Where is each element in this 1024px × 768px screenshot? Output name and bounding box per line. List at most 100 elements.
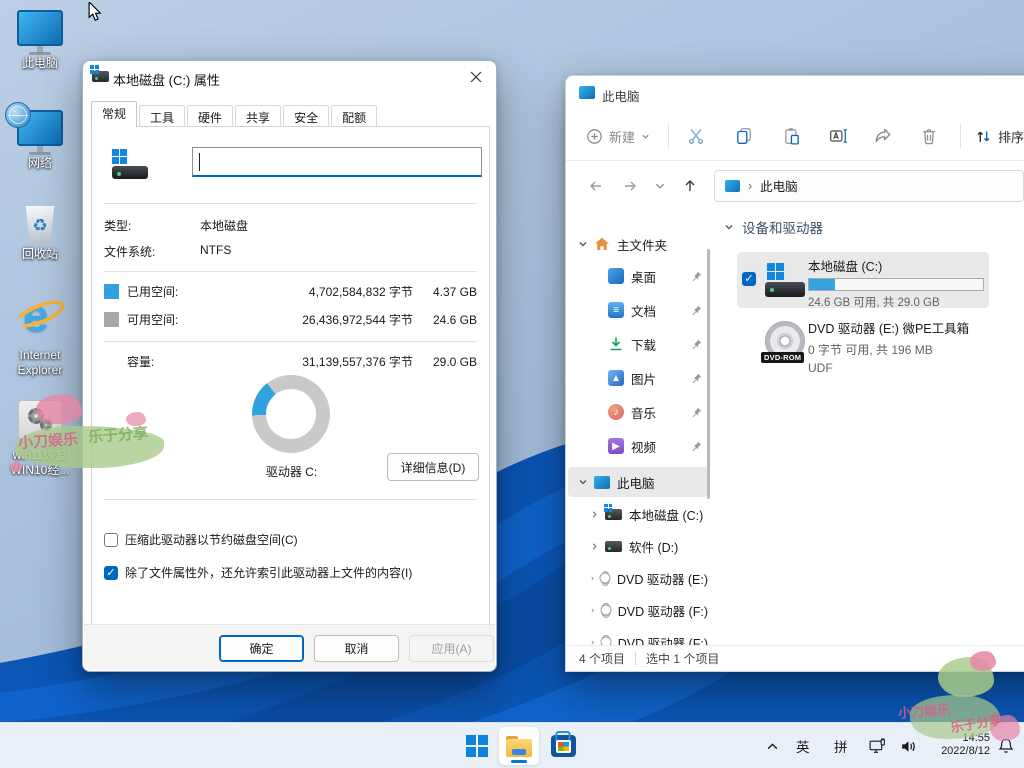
checkbox-checked[interactable]: ✓ — [104, 566, 118, 580]
tab-security[interactable]: 安全 — [283, 105, 329, 127]
fs-value: NTFS — [200, 243, 231, 260]
drive-item-dvd-e[interactable]: DVD-ROM DVD 驱动器 (E:) 微PE工具箱 0 字节 可用, 共 1… — [737, 314, 989, 372]
taskbar-store[interactable] — [543, 727, 583, 765]
collapsed-icon[interactable] — [590, 510, 599, 519]
index-checkbox-row[interactable]: ✓ 除了文件属性外，还允许索引此驱动器上文件的内容(I) — [104, 564, 412, 581]
chevron-up-icon — [766, 740, 779, 753]
nav-item-label: 视频 — [631, 437, 656, 456]
dvd-icon — [601, 635, 611, 646]
volume-label-input[interactable] — [192, 147, 482, 177]
tab-hardware[interactable]: 硬件 — [187, 105, 233, 127]
store-icon — [551, 735, 576, 757]
details-button[interactable]: 详细信息(D) — [387, 453, 479, 481]
desktop-icon-recycle-bin[interactable]: ♻ 回收站 — [8, 206, 72, 262]
tab-sharing[interactable]: 共享 — [235, 105, 281, 127]
copy-icon[interactable] — [735, 127, 753, 145]
item-checkbox-checked[interactable]: ✓ — [742, 272, 756, 286]
desktop-icon-internet-explorer[interactable]: e Internet Explorer — [8, 292, 72, 378]
apply-button[interactable]: 应用(A) — [409, 635, 494, 662]
drive-item-c[interactable]: ✓ 本地磁盘 (C:) 24.6 GB 可用, 共 29.0 GB — [737, 252, 989, 308]
cut-icon[interactable] — [687, 127, 705, 145]
tray-lang-english[interactable]: 英 — [796, 723, 810, 768]
collapsed-icon[interactable] — [590, 606, 595, 615]
desktop-icon-label: 回收站 — [8, 247, 72, 262]
tray-network[interactable] — [868, 723, 887, 768]
network-icon — [17, 110, 63, 146]
tab-tools[interactable]: 工具 — [139, 105, 185, 127]
nav-home[interactable]: 主文件夹 — [568, 229, 708, 259]
cancel-button[interactable]: 取消 — [314, 635, 399, 662]
nav-item-label: DVD 驱动器 (F:) — [618, 601, 708, 620]
breadcrumb[interactable]: › 此电脑 — [714, 170, 1024, 202]
status-selected-count: 选中 1 个项目 — [646, 650, 719, 667]
desktop: 此电脑 网络 ♻ 回收站 e Internet Explorer win11恢复… — [0, 0, 1024, 768]
expand-icon[interactable] — [578, 239, 588, 249]
collapsed-icon[interactable] — [590, 574, 595, 583]
dialog-titlebar[interactable]: 本地磁盘 (C:) 属性 — [83, 61, 496, 93]
collapsed-icon[interactable] — [590, 542, 599, 551]
pin-icon — [691, 441, 702, 452]
history-chevron-icon[interactable] — [654, 180, 666, 192]
rename-icon[interactable] — [829, 127, 848, 145]
expand-icon[interactable] — [578, 477, 588, 487]
nav-this-pc[interactable]: 此电脑 — [568, 467, 708, 497]
start-button[interactable] — [457, 727, 497, 765]
nav-desktop[interactable]: 桌面 — [568, 261, 708, 291]
tray-volume[interactable] — [899, 723, 918, 768]
nav-scrollbar[interactable] — [707, 249, 710, 499]
nav-drive-d[interactable]: 软件 (D:) — [568, 531, 708, 561]
close-icon[interactable] — [462, 65, 490, 89]
section-header-label: 设备和驱动器 — [742, 217, 823, 237]
taskbar-file-explorer[interactable] — [499, 727, 539, 765]
pin-icon — [691, 407, 702, 418]
compress-checkbox-row[interactable]: 压缩此驱动器以节约磁盘空间(C) — [104, 531, 298, 548]
nav-dvd-f[interactable]: DVD 驱动器 (F:) — [568, 595, 708, 625]
section-collapse-icon[interactable] — [724, 222, 734, 232]
sort-button[interactable]: 排序 — [975, 127, 1024, 146]
drive-caption: 24.6 GB 可用, 共 29.0 GB — [808, 294, 984, 310]
nav-videos[interactable]: ▶ 视频 — [568, 431, 708, 461]
desktop-icon-network[interactable]: 网络 — [8, 110, 72, 171]
explorer-titlebar[interactable]: 此电脑 — [566, 76, 1024, 112]
nav-music[interactable]: ♪ 音乐 — [568, 397, 708, 427]
tab-general[interactable]: 常规 — [91, 101, 137, 127]
new-button[interactable]: 新建 — [586, 127, 650, 146]
nav-dvd-f2[interactable]: DVD 驱动器 (F:) — [568, 627, 708, 645]
tray-lang-pinyin[interactable]: 拼 — [834, 723, 848, 768]
filesystem-row: 文件系统: NTFS — [104, 243, 477, 260]
nav-downloads[interactable]: 下载 — [568, 329, 708, 359]
nav-dvd-e[interactable]: DVD 驱动器 (E:) — [568, 563, 708, 593]
windows-logo-icon — [466, 735, 488, 757]
desktop-icon-win11-restore[interactable]: win11恢复 WIN10经... — [8, 400, 72, 478]
compress-checkbox-label: 压缩此驱动器以节约磁盘空间(C) — [125, 531, 298, 548]
checkbox-unchecked[interactable] — [104, 533, 118, 547]
capacity-size: 29.0 GB — [413, 355, 477, 369]
tab-quota[interactable]: 配额 — [331, 105, 377, 127]
pin-icon — [691, 373, 702, 384]
delete-icon[interactable] — [920, 127, 938, 145]
back-icon[interactable] — [588, 178, 604, 194]
section-header[interactable]: 设备和驱动器 — [724, 217, 823, 237]
tray-clock[interactable]: 14:55 2022/8/12 — [928, 723, 990, 768]
recycle-bin-icon: ♻ — [23, 206, 57, 244]
collapsed-icon[interactable] — [590, 638, 595, 646]
breadcrumb-pc-icon — [725, 180, 740, 192]
forward-icon[interactable] — [622, 178, 638, 194]
capacity-bytes: 31,139,557,376 字节 — [263, 353, 413, 370]
tray-notifications[interactable] — [997, 723, 1015, 768]
breadcrumb-item[interactable]: 此电脑 — [760, 176, 798, 195]
nav-documents[interactable]: ≡ 文档 — [568, 295, 708, 325]
up-icon[interactable] — [682, 178, 698, 194]
pin-icon — [691, 305, 702, 316]
this-pc-mini-icon — [594, 476, 610, 489]
paste-icon[interactable] — [783, 127, 801, 145]
nav-drive-c[interactable]: 本地磁盘 (C:) — [568, 499, 708, 529]
share-icon[interactable] — [874, 127, 892, 145]
pin-icon — [691, 271, 702, 282]
desktop-icon-this-pc[interactable]: 此电脑 — [8, 10, 72, 71]
tray-show-hidden[interactable] — [766, 723, 779, 768]
nav-pictures[interactable]: ▲ 图片 — [568, 363, 708, 393]
status-item-count: 4 个项目 — [579, 650, 625, 667]
ok-button[interactable]: 确定 — [219, 635, 304, 662]
dvd-rom-badge: DVD-ROM — [761, 352, 804, 363]
